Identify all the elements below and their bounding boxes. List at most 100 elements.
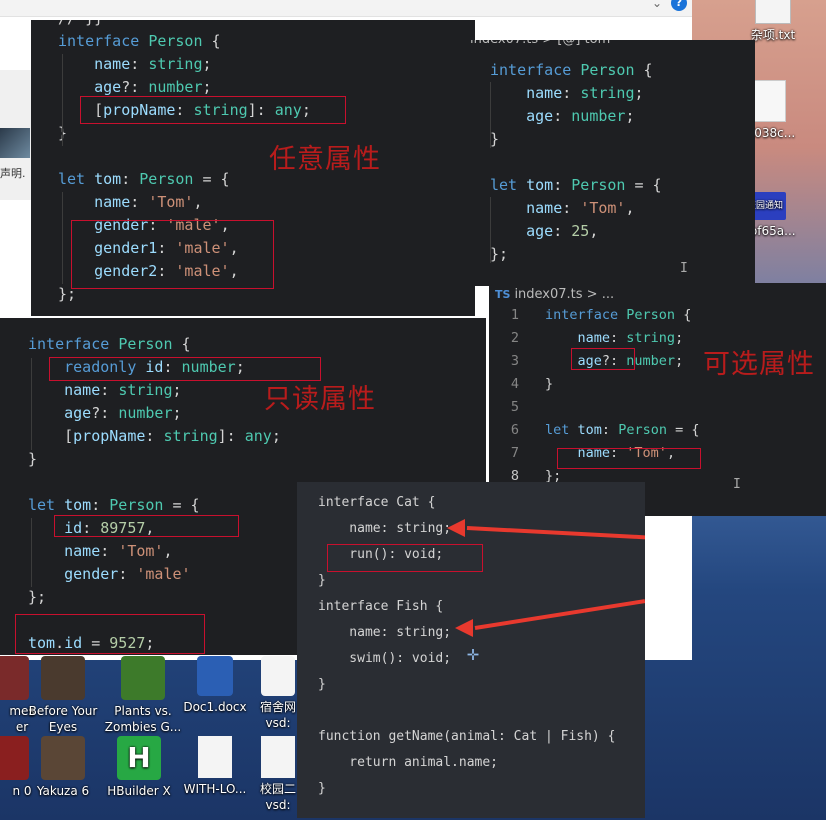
desktop-icon-before-your-eyes[interactable]: Before Your Eyes — [20, 656, 106, 735]
code-token: ?: — [121, 78, 149, 96]
code-token: interface — [58, 32, 140, 50]
code-token: Person — [109, 496, 164, 514]
code-token: string — [580, 84, 635, 102]
desktop-icon-with-lo[interactable]: WITH-LO... — [172, 736, 258, 797]
code-line[interactable]: 6 let tom: Person = { — [489, 419, 700, 442]
caption-label: 只读属性 — [264, 384, 376, 415]
code-token: : — [553, 176, 572, 194]
code-token: age — [64, 404, 92, 422]
desktop-icon-yakuza6[interactable]: Yakuza 6 — [20, 736, 106, 799]
code-token: , — [625, 199, 635, 217]
code-token: 'Tom' — [118, 542, 164, 560]
code-line[interactable]: function getName(animal: Cat | Fish) { — [318, 724, 615, 750]
code-token: }} — [76, 20, 103, 27]
tab-label: index07.ts > ... — [514, 287, 615, 302]
code-line[interactable]: let tom: Person = { — [28, 494, 281, 517]
code-line[interactable]: }; — [490, 243, 662, 266]
code-line[interactable]: } — [490, 128, 662, 151]
code-token: propName — [73, 427, 146, 445]
code-line[interactable]: } — [28, 448, 281, 471]
code-line[interactable]: } — [318, 672, 615, 698]
code-token: 25 — [571, 222, 590, 240]
code-token: string — [118, 381, 173, 399]
code-token: tom — [94, 170, 122, 188]
code-line[interactable]: return animal.name; — [318, 750, 615, 776]
code-line[interactable]: } — [58, 122, 311, 145]
code-token: { — [202, 32, 221, 50]
code-token: let — [58, 170, 86, 188]
code-token: age — [526, 107, 554, 125]
code-line[interactable]: name: 'Tom', — [28, 540, 281, 563]
code-token: : — [130, 193, 149, 211]
code-token: : — [610, 330, 627, 346]
visio-file-icon — [261, 736, 295, 778]
code-line[interactable]: [propName: string]: any; — [28, 425, 281, 448]
arrow-head-icon — [447, 519, 465, 537]
code-token: ; — [172, 381, 182, 399]
code-line[interactable]: }; — [28, 586, 281, 609]
code-line[interactable]: interface Fish { — [318, 594, 615, 620]
code-token: 'male' — [136, 565, 191, 583]
code-line[interactable]: 2 name: string; — [489, 327, 699, 350]
code-line[interactable]: name: 'Tom', — [58, 191, 311, 214]
code-line[interactable]: interface Person { — [58, 30, 311, 53]
code-line[interactable]: age: number; — [490, 105, 662, 128]
code-token: interface — [490, 61, 572, 79]
code-line[interactable] — [490, 151, 662, 174]
code-token: } — [318, 677, 326, 692]
code-token: : — [91, 496, 110, 514]
desktop-icon-doc1[interactable]: Doc1.docx — [172, 656, 258, 715]
desktop-icon-txt[interactable]: 杂项.txt — [730, 0, 816, 43]
code-token: name — [64, 381, 101, 399]
code-line[interactable]: // }} — [58, 20, 311, 30]
code-line[interactable]: let tom: Person = { — [490, 174, 662, 197]
code-token: name — [64, 542, 101, 560]
code-line[interactable]: interface Person { — [490, 59, 662, 82]
code-line[interactable]: } — [318, 776, 615, 802]
code-line[interactable]: age: 25, — [490, 220, 662, 243]
code-token: : — [145, 427, 164, 445]
code-token: : — [130, 55, 149, 73]
code-line[interactable]: 5 — [489, 396, 699, 419]
code-token: , — [589, 222, 599, 240]
code-line[interactable]: interface Person { — [28, 333, 281, 356]
code-panel-required: index07.ts > [@] tom interface Person { … — [470, 40, 755, 286]
code-line[interactable]: name: string; — [58, 53, 311, 76]
code-line[interactable]: name: string; — [490, 82, 662, 105]
code-line[interactable]: name: 'Tom', — [490, 197, 662, 220]
code-line[interactable]: age?: number; — [28, 402, 281, 425]
code-token: ?: — [91, 404, 119, 422]
code-token: { — [172, 335, 191, 353]
code-token: { — [634, 61, 653, 79]
code-line[interactable]: interface Cat { — [318, 490, 615, 516]
hbuilder-icon: H — [117, 736, 161, 780]
desktop-icon-hbuilderx[interactable]: H HBuilder X — [96, 736, 182, 799]
code-token: tom — [64, 496, 92, 514]
desktop-icon-label: Before Your Eyes — [28, 704, 98, 734]
code-token: name — [94, 193, 131, 211]
code-line[interactable] — [28, 471, 281, 494]
code-line[interactable]: name: string; — [28, 379, 281, 402]
code-panel-index-signature: // }}interface Person { name: string; ag… — [31, 20, 475, 316]
code-line[interactable]: 1 interface Person { — [489, 304, 699, 327]
code-token: age — [94, 78, 122, 96]
code-token: { — [675, 307, 692, 323]
code-token: , — [193, 193, 203, 211]
code-line[interactable] — [318, 698, 615, 724]
breadcrumb[interactable]: index07.ts > [@] tom — [470, 40, 610, 52]
code-line[interactable]: gender: 'male' — [28, 563, 281, 586]
code-token: } — [490, 130, 500, 148]
code-token: function getName(animal: Cat | Fish) { — [318, 729, 616, 744]
code-token: number — [118, 404, 173, 422]
chevron-down-icon[interactable]: ⌄ — [652, 0, 662, 10]
code-line[interactable]: 4} — [489, 373, 699, 396]
code-token: = { — [666, 422, 700, 438]
code-token: string — [626, 330, 676, 346]
